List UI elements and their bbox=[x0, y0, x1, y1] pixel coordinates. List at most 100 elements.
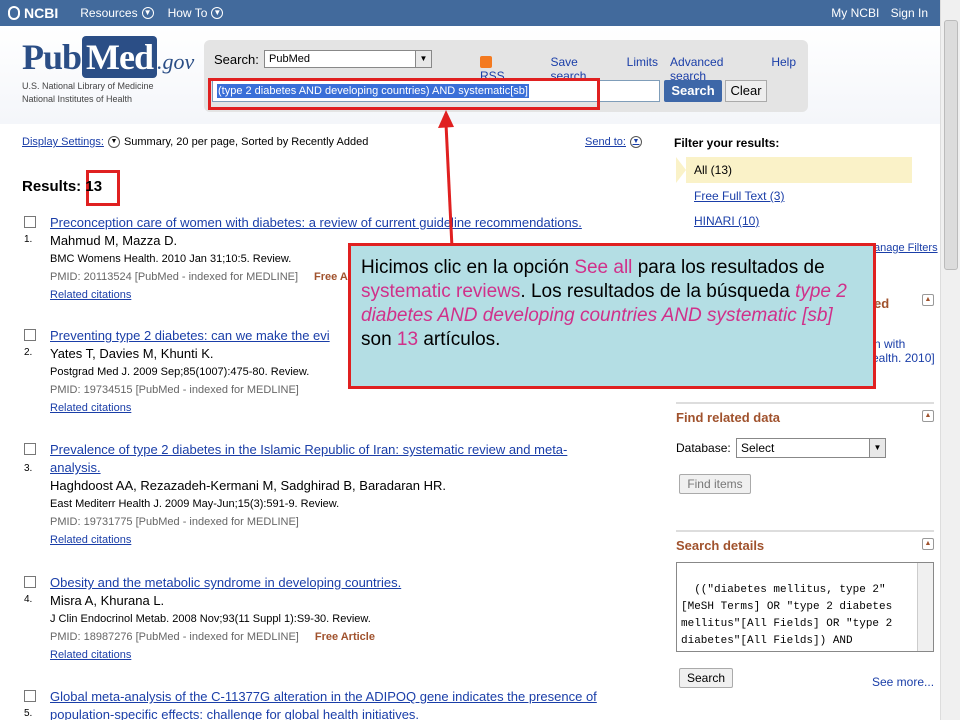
dropdown-arrow-icon: ▼ bbox=[869, 439, 885, 457]
annot-highlight-count: 13 bbox=[396, 329, 419, 350]
scroll-thumb[interactable] bbox=[944, 20, 958, 270]
related-database-select[interactable]: Select ▼ bbox=[736, 438, 886, 458]
result-title[interactable]: Global meta-analysis of the C-11377G alt… bbox=[50, 688, 650, 720]
rss-icon bbox=[480, 56, 492, 68]
related-citations-link[interactable]: Related citations bbox=[50, 646, 642, 664]
result-number: 3. bbox=[24, 463, 33, 474]
titles-fragment-2: ealth. 2010] bbox=[872, 351, 935, 365]
account-links: My NCBI Sign In bbox=[823, 6, 928, 20]
limits-link[interactable]: Limits bbox=[627, 55, 658, 83]
result-checkbox[interactable] bbox=[24, 216, 36, 228]
search-details-textarea[interactable]: (("diabetes mellitus, type 2"[MeSH Terms… bbox=[676, 562, 934, 652]
ncbi-topbar: NCBI Resources ▼ How To ▼ My NCBI Sign I… bbox=[0, 0, 940, 26]
details-search-button[interactable]: Search bbox=[679, 668, 733, 688]
collapse-icon[interactable]: ▲ bbox=[922, 294, 934, 306]
result-pmid: PMID: 18987276 [PubMed - indexed for MED… bbox=[50, 631, 299, 643]
result-number: 2. bbox=[24, 347, 33, 358]
titles-fragment-1[interactable]: n with bbox=[874, 337, 905, 351]
titles-panel-title: ed bbox=[874, 296, 890, 311]
chevron-down-icon: ▼ bbox=[141, 7, 154, 19]
logo-pub: Pub bbox=[22, 37, 82, 77]
filter-hinari[interactable]: HINARI (10) bbox=[694, 214, 759, 228]
display-settings-value: Summary, 20 per page, Sorted by Recently… bbox=[123, 136, 369, 148]
result-item: 5. Global meta-analysis of the C-11377G … bbox=[22, 688, 642, 720]
see-more-link[interactable]: See more... bbox=[872, 675, 934, 689]
annot-highlight-systematic: systematic reviews bbox=[361, 281, 521, 302]
org-line-1: U.S. National Library of Medicine bbox=[22, 81, 154, 91]
org-line-2: National Institutes of Health bbox=[22, 94, 133, 104]
annot-text-5: artículos. bbox=[418, 329, 501, 350]
result-number: 1. bbox=[24, 234, 33, 245]
pubmed-logo[interactable]: Pub Med .gov U.S. National Library of Medi… bbox=[22, 36, 194, 106]
details-scrollbar[interactable] bbox=[917, 563, 933, 651]
query-highlight-box bbox=[208, 78, 600, 110]
resources-label: Resources bbox=[80, 6, 138, 20]
chevron-down-icon: ▼ bbox=[629, 136, 642, 148]
resources-menu[interactable]: Resources ▼ bbox=[80, 6, 154, 20]
search-button[interactable]: Search bbox=[664, 80, 722, 102]
result-title[interactable]: Preconception care of women with diabete… bbox=[50, 214, 642, 232]
search-details-title: Search details bbox=[676, 538, 765, 553]
related-database-value: Select bbox=[741, 441, 775, 455]
filter-all[interactable]: All (13) bbox=[676, 157, 912, 183]
annot-text-2: para los resultados de bbox=[632, 257, 825, 278]
ncbi-logo-icon bbox=[8, 6, 20, 20]
related-citations-link[interactable]: Related citations bbox=[50, 399, 642, 417]
send-to[interactable]: Send to: ▼ bbox=[585, 136, 646, 148]
result-pmid: PMID: 20113524 [PubMed - indexed for MED… bbox=[50, 271, 299, 283]
collapse-icon[interactable]: ▲ bbox=[922, 538, 934, 550]
free-article-link[interactable]: Free Article bbox=[315, 631, 375, 643]
sign-in-link[interactable]: Sign In bbox=[891, 6, 928, 20]
chevron-down-icon[interactable]: ▼ bbox=[107, 136, 120, 148]
page-scrollbar[interactable] bbox=[940, 0, 960, 720]
collapse-icon[interactable]: ▲ bbox=[922, 410, 934, 422]
filter-title: Filter your results: bbox=[674, 136, 780, 150]
howto-menu[interactable]: How To ▼ bbox=[168, 6, 224, 20]
ncbi-logo-text: NCBI bbox=[24, 5, 59, 21]
logo-gov: .gov bbox=[157, 49, 195, 74]
display-settings-link[interactable]: Display Settings: bbox=[22, 136, 104, 148]
annot-text-3: . Los resultados de la búsqueda bbox=[520, 281, 796, 302]
results-label: Results: bbox=[22, 178, 82, 195]
annot-text-4: son bbox=[361, 329, 397, 350]
search-details-text: (("diabetes mellitus, type 2"[MeSH Terms… bbox=[681, 584, 893, 647]
filter-free-full-text[interactable]: Free Full Text (3) bbox=[694, 189, 784, 203]
chevron-down-icon: ▼ bbox=[211, 7, 224, 19]
advanced-search-link[interactable]: Advanced search bbox=[670, 55, 759, 83]
related-citations-link[interactable]: Related citations bbox=[50, 531, 642, 549]
result-item: 4. Obesity and the metabolic syndrome in… bbox=[22, 574, 642, 664]
result-journal: East Mediterr Health J. 2009 May-Jun;15(… bbox=[50, 498, 340, 510]
search-details-panel: Search details ▲ bbox=[676, 530, 934, 553]
result-number: 5. bbox=[24, 708, 33, 719]
results-count: 13 bbox=[85, 178, 103, 195]
result-pmid: PMID: 19731775 [PubMed - indexed for MED… bbox=[50, 516, 299, 528]
related-data-panel: Find related data ▲ bbox=[676, 402, 934, 425]
search-label: Search: bbox=[214, 52, 259, 67]
howto-label: How To bbox=[167, 6, 208, 20]
database-select[interactable]: PubMed ▼ bbox=[264, 50, 432, 68]
logo-med: Med bbox=[82, 36, 158, 78]
result-checkbox[interactable] bbox=[24, 443, 36, 455]
result-checkbox[interactable] bbox=[24, 690, 36, 702]
result-checkbox[interactable] bbox=[24, 329, 36, 341]
result-authors: Haghdoost AA, Rezazadeh-Kermani M, Sadgh… bbox=[50, 478, 446, 493]
result-authors: Misra A, Khurana L. bbox=[50, 593, 165, 608]
result-checkbox[interactable] bbox=[24, 576, 36, 588]
result-item: 3. Prevalence of type 2 diabetes in the … bbox=[22, 441, 642, 549]
related-data-title: Find related data bbox=[676, 410, 781, 425]
ncbi-logo[interactable]: NCBI bbox=[8, 5, 58, 21]
result-journal: J Clin Endocrinol Metab. 2008 Nov;93(11 … bbox=[50, 613, 371, 625]
annotation-callout: Hicimos clic en la opción See all para l… bbox=[348, 243, 876, 389]
results-header: Results: 13 bbox=[22, 178, 102, 195]
annot-highlight-see-all: See all bbox=[574, 257, 633, 278]
annot-text-1: Hicimos clic en la opción bbox=[361, 257, 575, 278]
dropdown-arrow-icon: ▼ bbox=[415, 51, 431, 67]
my-ncbi-link[interactable]: My NCBI bbox=[831, 6, 879, 20]
result-title[interactable]: Prevalence of type 2 diabetes in the Isl… bbox=[50, 441, 610, 477]
clear-button[interactable]: Clear bbox=[725, 80, 767, 102]
help-link[interactable]: Help bbox=[771, 55, 796, 83]
send-to-label: Send to: bbox=[585, 136, 626, 148]
manage-filters-link[interactable]: anage Filters bbox=[874, 242, 938, 254]
result-title[interactable]: Obesity and the metabolic syndrome in de… bbox=[50, 574, 642, 592]
find-items-button[interactable]: Find items bbox=[679, 474, 751, 494]
